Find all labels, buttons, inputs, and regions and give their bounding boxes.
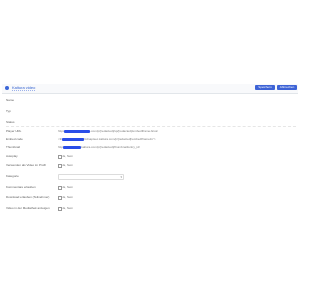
field-label-mediathek: Video in der Mediathek anzeigen xyxy=(6,206,50,210)
field-label-status: Status xyxy=(6,120,15,124)
field-label-name: Name xyxy=(6,98,15,102)
chevron-down-icon: ▾ xyxy=(120,175,122,179)
video-icon xyxy=(5,86,9,90)
field-label-download: Download erlauben (Teilnehmer) xyxy=(6,195,50,199)
download-options: Ja, Nein xyxy=(62,195,74,199)
field-label-profile-video: Verwenden als Video im Profil xyxy=(6,163,46,167)
field-label-autoplay: Autoplay xyxy=(6,154,18,158)
autoplay-options: Ja, Nein xyxy=(62,154,74,158)
field-label-embed-code: Embed code xyxy=(6,137,23,141)
field-label-type: Typ xyxy=(6,109,11,113)
comments-options: Ja, Nein xyxy=(62,185,74,189)
mediathek-options: Ja, Nein xyxy=(62,206,74,210)
divider xyxy=(6,126,296,127)
profile-video-options: Ja, Nein xyxy=(62,163,74,167)
redaction-bar xyxy=(64,129,90,133)
page-title[interactable]: Kaltura video xyxy=(12,85,35,91)
save-button[interactable]: Speichern xyxy=(255,85,275,90)
edit-panel: Kaltura video Speichern Abbrechen Name T… xyxy=(2,84,298,224)
redaction-bar xyxy=(63,145,81,149)
category-select[interactable]: ▾ xyxy=(58,174,124,180)
cancel-button[interactable]: Abbrechen xyxy=(277,85,297,90)
field-label-player-url: Player URL xyxy=(6,129,22,133)
field-label-category: Kategorie xyxy=(6,174,19,178)
redaction-bar xyxy=(62,137,84,141)
field-label-thumbnail: Thumbnail xyxy=(6,145,21,149)
panel-header: Kaltura video Speichern Abbrechen xyxy=(2,84,298,94)
field-label-comments: Kommentare erlauben xyxy=(6,185,36,189)
